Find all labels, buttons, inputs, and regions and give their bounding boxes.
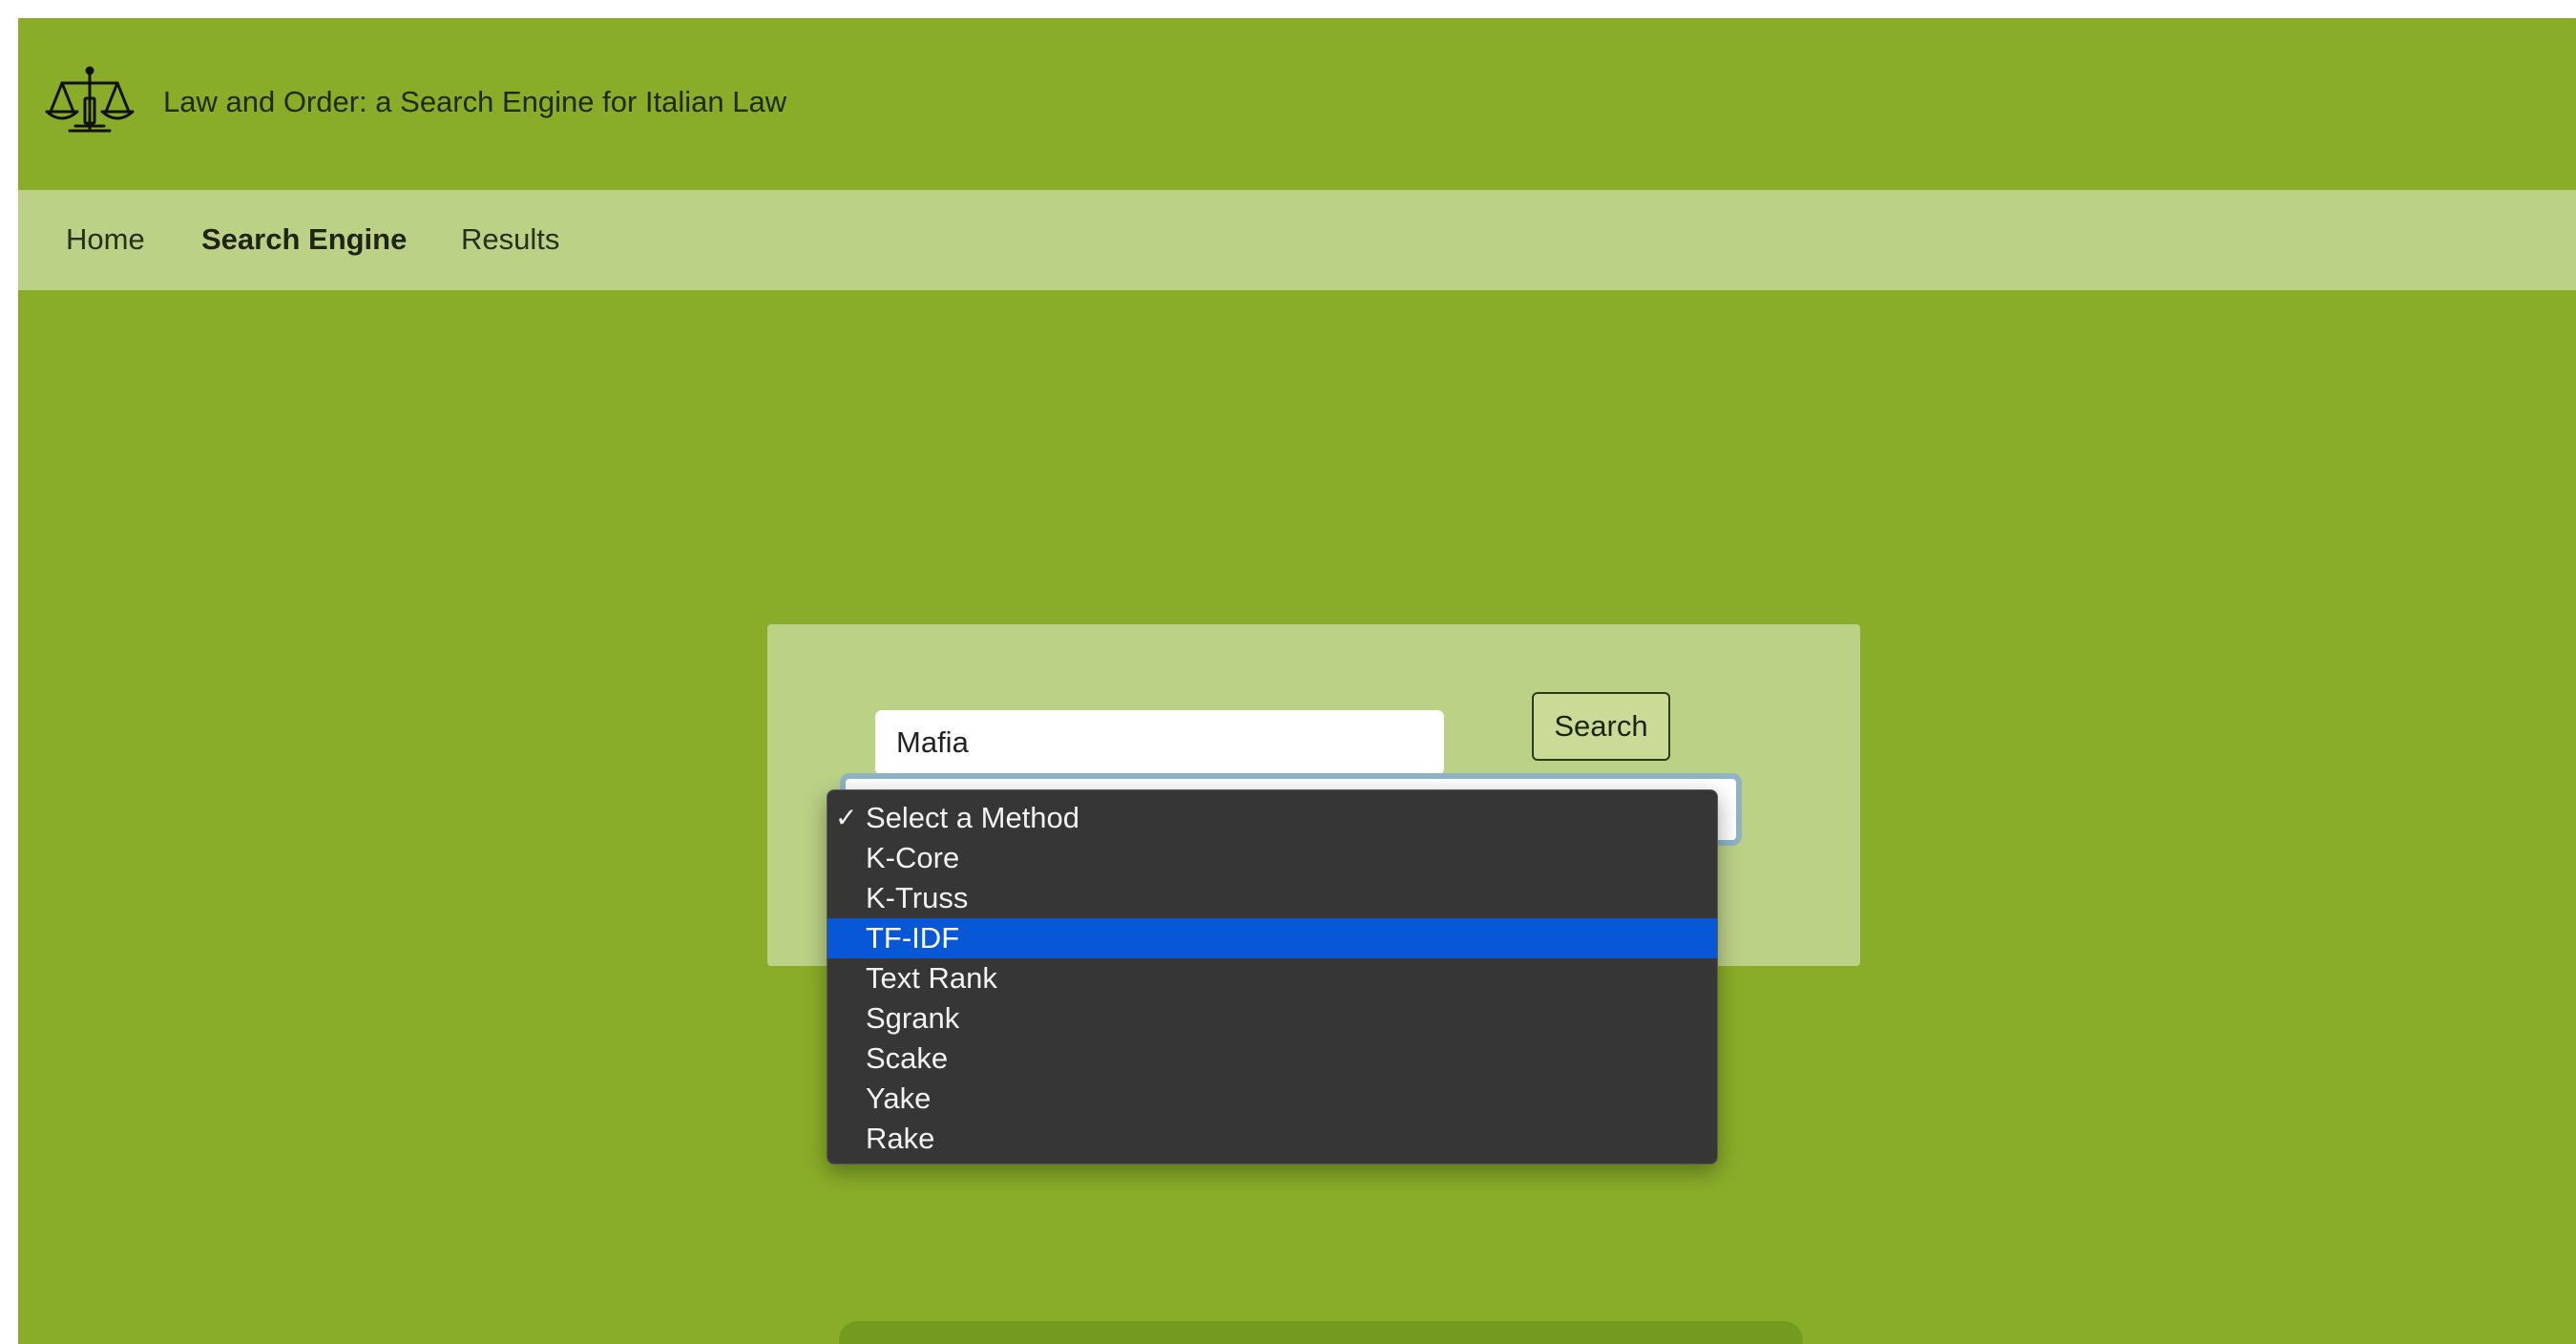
app-header: Law and Order: a Search Engine for Itali… (18, 18, 2576, 190)
option-label: K-Core (866, 841, 960, 874)
option-sgrank[interactable]: Sgrank (827, 998, 1717, 1039)
app-title: Law and Order: a Search Engine for Itali… (163, 85, 787, 118)
option-yake[interactable]: Yake (827, 1079, 1717, 1119)
nav-home[interactable]: Home (66, 221, 145, 258)
option-k-truss[interactable]: K-Truss (827, 878, 1717, 918)
checkmark-icon: ✓ (835, 803, 858, 832)
nav-results[interactable]: Results (461, 221, 559, 258)
option-text-rank[interactable]: Text Rank (827, 958, 1717, 998)
scales-of-justice-icon[interactable] (43, 66, 136, 138)
option-rake[interactable]: Rake (827, 1119, 1717, 1159)
option-label: TF-IDF (866, 921, 960, 955)
option-tf-idf[interactable]: TF-IDF (827, 918, 1717, 958)
option-label: K-Truss (866, 881, 969, 914)
method-dropdown-list: ✓ Select a Method K-Core K-Truss TF-IDF … (827, 789, 1718, 1165)
search-button[interactable]: Search (1532, 692, 1670, 761)
navbar: Home Search Engine Results (18, 190, 2576, 290)
option-label: Sgrank (866, 1001, 960, 1035)
option-scake[interactable]: Scake (827, 1039, 1717, 1079)
option-select-a-method[interactable]: ✓ Select a Method (827, 798, 1717, 838)
option-k-core[interactable]: K-Core (827, 838, 1717, 878)
option-label: Scake (866, 1041, 949, 1075)
option-label: Text Rank (866, 961, 997, 995)
search-input[interactable] (875, 710, 1444, 775)
nav-search-engine[interactable]: Search Engine (201, 221, 407, 258)
option-label: Rake (866, 1122, 935, 1155)
option-label: Select a Method (866, 801, 1080, 834)
card-shadow (839, 1321, 1803, 1344)
option-label: Yake (866, 1082, 932, 1115)
